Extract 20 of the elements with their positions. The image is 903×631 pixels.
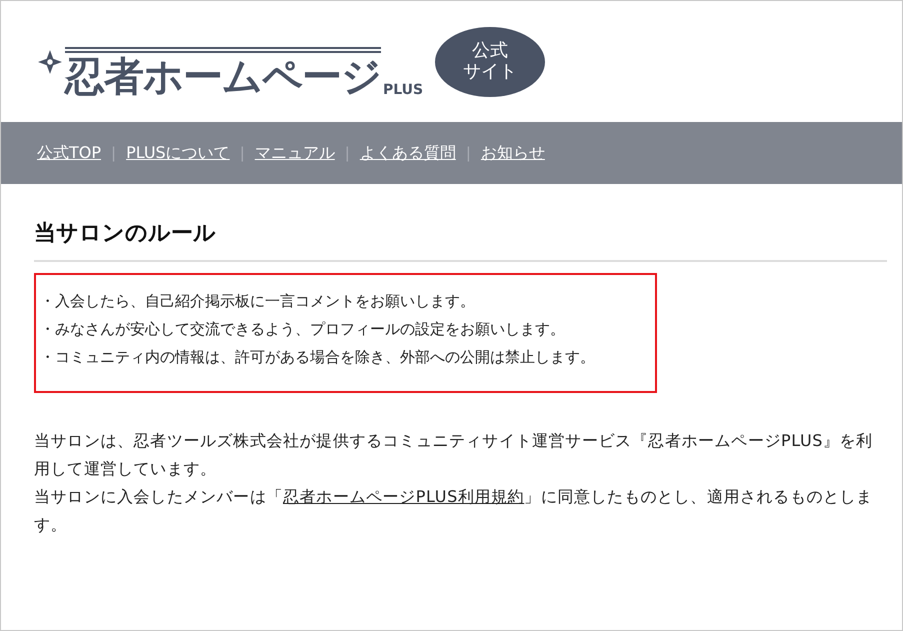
- nav-link[interactable]: よくある質問: [360, 142, 456, 164]
- nav-link[interactable]: 公式TOP: [37, 142, 102, 164]
- rule-text: ・みなさんが安心して交流できるよう、プロフィールの設定をお願いします。: [40, 319, 566, 340]
- nav-separator: |: [466, 144, 471, 162]
- nav-link[interactable]: お知らせ: [480, 142, 545, 164]
- nav-link[interactable]: PLUSについて: [126, 142, 230, 164]
- logo-title: 忍者ホームページ: [65, 46, 381, 96]
- nav-separator: |: [111, 144, 116, 162]
- nav-link[interactable]: マニュアル: [254, 142, 335, 164]
- section-heading: 当サロンのルール: [34, 214, 887, 262]
- shuriken-icon: [37, 48, 63, 74]
- logo-plus-label: PLUS: [383, 82, 424, 96]
- about-paragraph: 当サロンは、忍者ツールズ株式会社が提供するコミュニティサイト運営サービス『忍者ホームページPLUS』を利用して運営しています。: [34, 430, 874, 480]
- nav-separator: |: [240, 144, 245, 162]
- rule-text: ・入会したら、自己紹介掲示板に一言コメントをお願いします。: [40, 291, 476, 312]
- terms-link[interactable]: 忍者ホームページPLUS利用規約: [283, 487, 524, 506]
- about-paragraph: 当サロンに入会したメンバーは「忍者ホームページPLUS利用規約」に同意したものとし、適用されるものとします。: [34, 486, 874, 536]
- rule-text: ・コミュニティ内の情報は、許可がある場合を除き、外部への公開は禁止します。: [40, 347, 596, 368]
- speech-bubble: 公式 サイト: [435, 26, 546, 96]
- nav-separator: |: [344, 144, 350, 162]
